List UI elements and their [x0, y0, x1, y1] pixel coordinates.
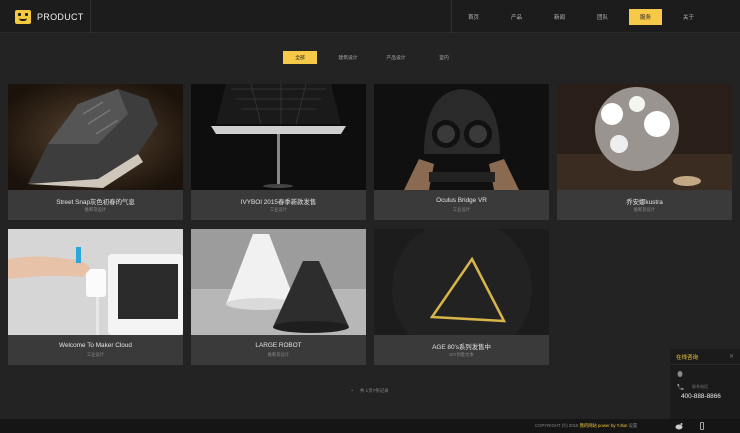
- card-category: DIY创意文本: [449, 352, 474, 357]
- card-category: 工业设计: [452, 207, 471, 212]
- card-image-cone-lamps: [191, 229, 366, 335]
- card-image-triangle: [374, 229, 549, 335]
- footer-copyright: COPYRIGHT (©) 2016 我的网站 power by YJlun 设…: [535, 423, 638, 428]
- card-category: 推断及设计: [633, 207, 656, 212]
- nav-home[interactable]: 首页: [452, 0, 495, 33]
- card-title: Oculus Bridge VR: [436, 197, 487, 204]
- card-title: AGE 80's系列发售中: [432, 344, 491, 351]
- card-image-sneaker: [8, 84, 183, 190]
- product-card[interactable]: Welcome To Maker Cloud 工业设计: [8, 229, 183, 365]
- product-card[interactable]: IVYBOI 2015春季新款发售 工业设计: [191, 84, 366, 220]
- header: PRODUCT 首页 产品 新闻 团队 服务 关于: [0, 0, 740, 33]
- card-title: 乔安娜kustra: [626, 199, 663, 206]
- filter-architecture[interactable]: 建筑设计: [331, 51, 365, 64]
- card-title: Street Snap灰色初春的气息: [56, 199, 135, 206]
- card-title: LARGE ROBOT: [255, 342, 302, 349]
- nav-team[interactable]: 团队: [581, 0, 624, 33]
- card-image-vr-headset: [374, 84, 549, 190]
- product-card[interactable]: Oculus Bridge VR 工业设计: [374, 84, 549, 220]
- card-image-chair: [191, 84, 366, 190]
- card-title: IVYBOI 2015春季新款发售: [240, 199, 317, 206]
- filter-interior[interactable]: 室内: [427, 51, 461, 64]
- logo-icon: [15, 9, 31, 24]
- pagination: • 共 1页7条记录: [0, 388, 740, 394]
- phone-icon: [677, 384, 684, 391]
- main-nav: 首页 产品 新闻 团队 服务 关于: [451, 0, 710, 33]
- card-category: 推断及设计: [84, 207, 107, 212]
- footer: COPYRIGHT (©) 2016 我的网站 power by YJlun 设…: [0, 419, 740, 433]
- footer-powered[interactable]: power by YJlun: [598, 423, 627, 428]
- category-filters: 全部 建筑设计 产品设计 室内: [283, 51, 475, 64]
- consult-phone-number: 400-888-8866: [681, 393, 721, 400]
- logo[interactable]: PRODUCT: [0, 0, 91, 33]
- weibo-icon[interactable]: [675, 422, 683, 430]
- close-icon[interactable]: ✕: [729, 353, 734, 360]
- card-image-lamp-sphere: [557, 84, 732, 190]
- card-category: 工业设计: [86, 352, 105, 357]
- nav-news[interactable]: 新闻: [538, 0, 581, 33]
- pagination-summary: 共 1页7条记录: [359, 388, 389, 393]
- page: PRODUCT 首页 产品 新闻 团队 服务 关于 全部 建筑设计 产品设计 室…: [0, 0, 740, 433]
- consult-phone-row: 联系电话: [670, 383, 740, 391]
- consult-hotline-label: 联系电话: [692, 384, 708, 389]
- online-consult-panel: 在线咨询 ✕ 联系电话 400-888-8866: [670, 349, 740, 419]
- card-title: Welcome To Maker Cloud: [59, 342, 132, 349]
- filter-all[interactable]: 全部: [283, 51, 317, 64]
- logo-text: PRODUCT: [37, 11, 84, 22]
- filter-product[interactable]: 产品设计: [379, 51, 413, 64]
- nav-products[interactable]: 产品: [495, 0, 538, 33]
- card-image-3d-printer: [8, 229, 183, 335]
- card-category: 工业设计: [269, 207, 288, 212]
- consult-title: 在线咨询: [676, 354, 699, 361]
- footer-settings-link[interactable]: 设置: [629, 423, 638, 428]
- product-card[interactable]: Street Snap灰色初春的气息 推断及设计: [8, 84, 183, 220]
- product-card[interactable]: LARGE ROBOT 推断及设计: [191, 229, 366, 365]
- card-category: 推断及设计: [267, 352, 290, 357]
- mobile-icon[interactable]: [698, 422, 706, 430]
- nav-about[interactable]: 关于: [667, 0, 710, 33]
- nav-services[interactable]: 服务: [624, 0, 667, 33]
- consult-qq-row[interactable]: [670, 370, 740, 378]
- product-card[interactable]: AGE 80's系列发售中 DIY创意文本: [374, 229, 549, 365]
- qq-icon: [677, 371, 683, 377]
- product-card[interactable]: 乔安娜kustra 推断及设计: [557, 84, 732, 220]
- footer-site-link[interactable]: 我的网站: [580, 423, 597, 428]
- pagination-dot-icon: •: [351, 388, 353, 393]
